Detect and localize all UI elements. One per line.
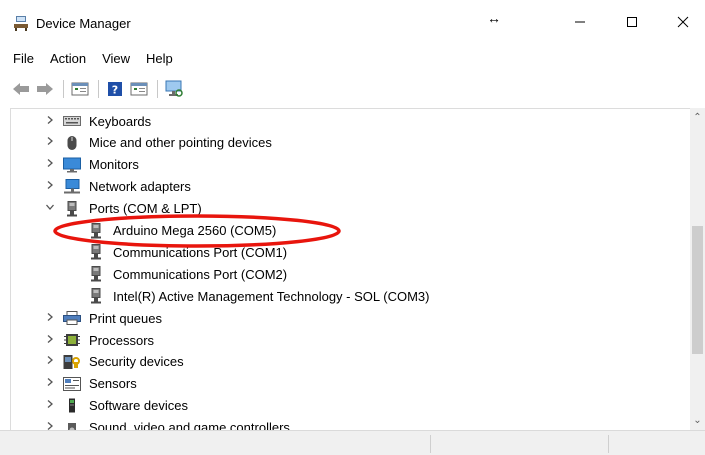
chevron-right-icon[interactable] <box>45 377 55 390</box>
minimize-button[interactable] <box>557 0 603 44</box>
port-icon <box>87 222 105 239</box>
tree-item-label: Mice and other pointing devices <box>89 135 272 151</box>
tree-item-label: Monitors <box>89 157 139 173</box>
maximize-icon <box>627 17 637 27</box>
chevron-down-icon[interactable] <box>45 202 55 215</box>
device-tree[interactable]: Keyboards Mice and other pointing devices… <box>10 108 705 431</box>
chevron-right-icon[interactable] <box>45 180 55 193</box>
tree-item-label: Network adapters <box>89 179 191 195</box>
tree-item[interactable]: Processors <box>11 329 691 351</box>
properties-button[interactable] <box>69 78 91 100</box>
port-icon <box>87 244 105 260</box>
help-button[interactable]: ? <box>104 78 126 100</box>
menu-help[interactable]: Help <box>146 49 173 66</box>
close-icon <box>677 16 689 28</box>
chevron-right-icon[interactable] <box>45 312 55 325</box>
status-bar-divider <box>608 435 609 453</box>
tree-item[interactable]: Network adapters <box>11 176 691 198</box>
tree-item-label: Print queues <box>89 310 162 326</box>
device-manager-app-icon <box>13 15 29 31</box>
tree-item[interactable]: Keyboards <box>11 110 691 132</box>
vertical-scrollbar[interactable]: ⌃ ⌄ <box>690 108 705 430</box>
scroll-down-arrow-icon[interactable]: ⌄ <box>690 415 705 426</box>
tree-item[interactable]: Sound, video and game controllers <box>11 417 691 431</box>
chevron-right-icon[interactable] <box>45 115 55 128</box>
forward-icon <box>37 83 53 95</box>
tree-item-label: Communications Port (COM1) <box>113 244 288 260</box>
keyboard-icon <box>63 113 81 129</box>
tree-item[interactable]: Communications Port (COM1) <box>11 241 691 263</box>
menu-file[interactable]: File <box>13 49 34 66</box>
toolbar-separator <box>157 80 158 98</box>
status-bar <box>0 430 705 455</box>
mouse-icon <box>63 135 81 151</box>
tree-item[interactable]: Security devices <box>11 351 691 373</box>
monitor-icon <box>63 157 81 173</box>
toolbar-separator <box>98 80 99 98</box>
back-icon <box>13 83 29 95</box>
tree-item-label: Arduino Mega 2560 (COM5) <box>113 223 277 238</box>
chevron-right-icon[interactable] <box>45 355 55 368</box>
tree-item-label: Software devices <box>89 398 188 414</box>
close-button[interactable] <box>660 0 705 44</box>
tree-item-label: Intel(R) Active Management Technology - … <box>113 288 430 304</box>
menu-bar: File Action View Help <box>0 44 705 70</box>
device-manager-window: Device Manager ↔ File Action View Help ?… <box>0 0 705 455</box>
svg-text:?: ? <box>112 84 118 97</box>
title-bar[interactable]: Device Manager ↔ <box>0 0 705 44</box>
properties-icon <box>71 82 89 96</box>
toolbar: ? <box>0 72 705 106</box>
tree-item[interactable]: Intel(R) Active Management Technology - … <box>11 285 691 307</box>
chevron-right-icon[interactable] <box>45 334 55 347</box>
resize-cursor-icon: ↔ <box>487 10 501 26</box>
tree-item[interactable]: Software devices <box>11 395 691 417</box>
chevron-right-icon[interactable] <box>45 399 55 412</box>
network-icon <box>63 178 81 195</box>
menu-view[interactable]: View <box>102 49 130 66</box>
help-icon: ? <box>108 82 122 97</box>
tree-item-label: Keyboards <box>89 113 152 129</box>
back-button[interactable] <box>10 78 32 100</box>
port-icon <box>63 200 81 217</box>
scroll-up-arrow-icon[interactable]: ⌃ <box>690 112 705 123</box>
maximize-button[interactable] <box>609 0 655 44</box>
view-icon <box>130 82 148 96</box>
sensors-icon <box>63 376 81 392</box>
chevron-right-icon[interactable] <box>45 158 55 171</box>
software-icon <box>63 398 81 414</box>
security-icon <box>63 354 81 370</box>
menu-action[interactable]: Action <box>50 49 86 66</box>
tree-item[interactable]: Communications Port (COM2) <box>11 263 691 285</box>
toolbar-separator <box>63 80 64 98</box>
window-title: Device Manager <box>36 16 131 31</box>
tree-item[interactable]: Print queues <box>11 307 691 329</box>
port-icon <box>87 266 105 282</box>
tree-item[interactable]: Sensors <box>11 373 691 395</box>
tree-item[interactable]: Arduino Mega 2560 (COM5) <box>11 220 691 242</box>
port-icon <box>87 288 105 304</box>
tree-item-label: Sensors <box>89 376 137 392</box>
tree-item[interactable]: Mice and other pointing devices <box>11 132 691 154</box>
status-bar-divider <box>430 435 431 453</box>
scan-hardware-button[interactable] <box>163 78 185 100</box>
tree-item-label: Processors <box>89 332 155 348</box>
tree-item-label: Ports (COM & LPT) <box>89 201 202 217</box>
tree-item-label: Communications Port (COM2) <box>113 266 288 282</box>
chevron-right-icon[interactable] <box>45 136 55 149</box>
tree-item-label: Security devices <box>89 354 184 370</box>
forward-button[interactable] <box>34 78 56 100</box>
view-button[interactable] <box>128 78 150 100</box>
scrollbar-thumb[interactable] <box>692 226 703 354</box>
minimize-icon <box>575 21 585 23</box>
tree-item[interactable]: Ports (COM & LPT) <box>11 198 691 220</box>
scan-hardware-icon <box>165 80 183 97</box>
tree-item[interactable]: Monitors <box>11 154 691 176</box>
printer-icon <box>63 310 81 326</box>
processor-icon <box>63 332 81 348</box>
